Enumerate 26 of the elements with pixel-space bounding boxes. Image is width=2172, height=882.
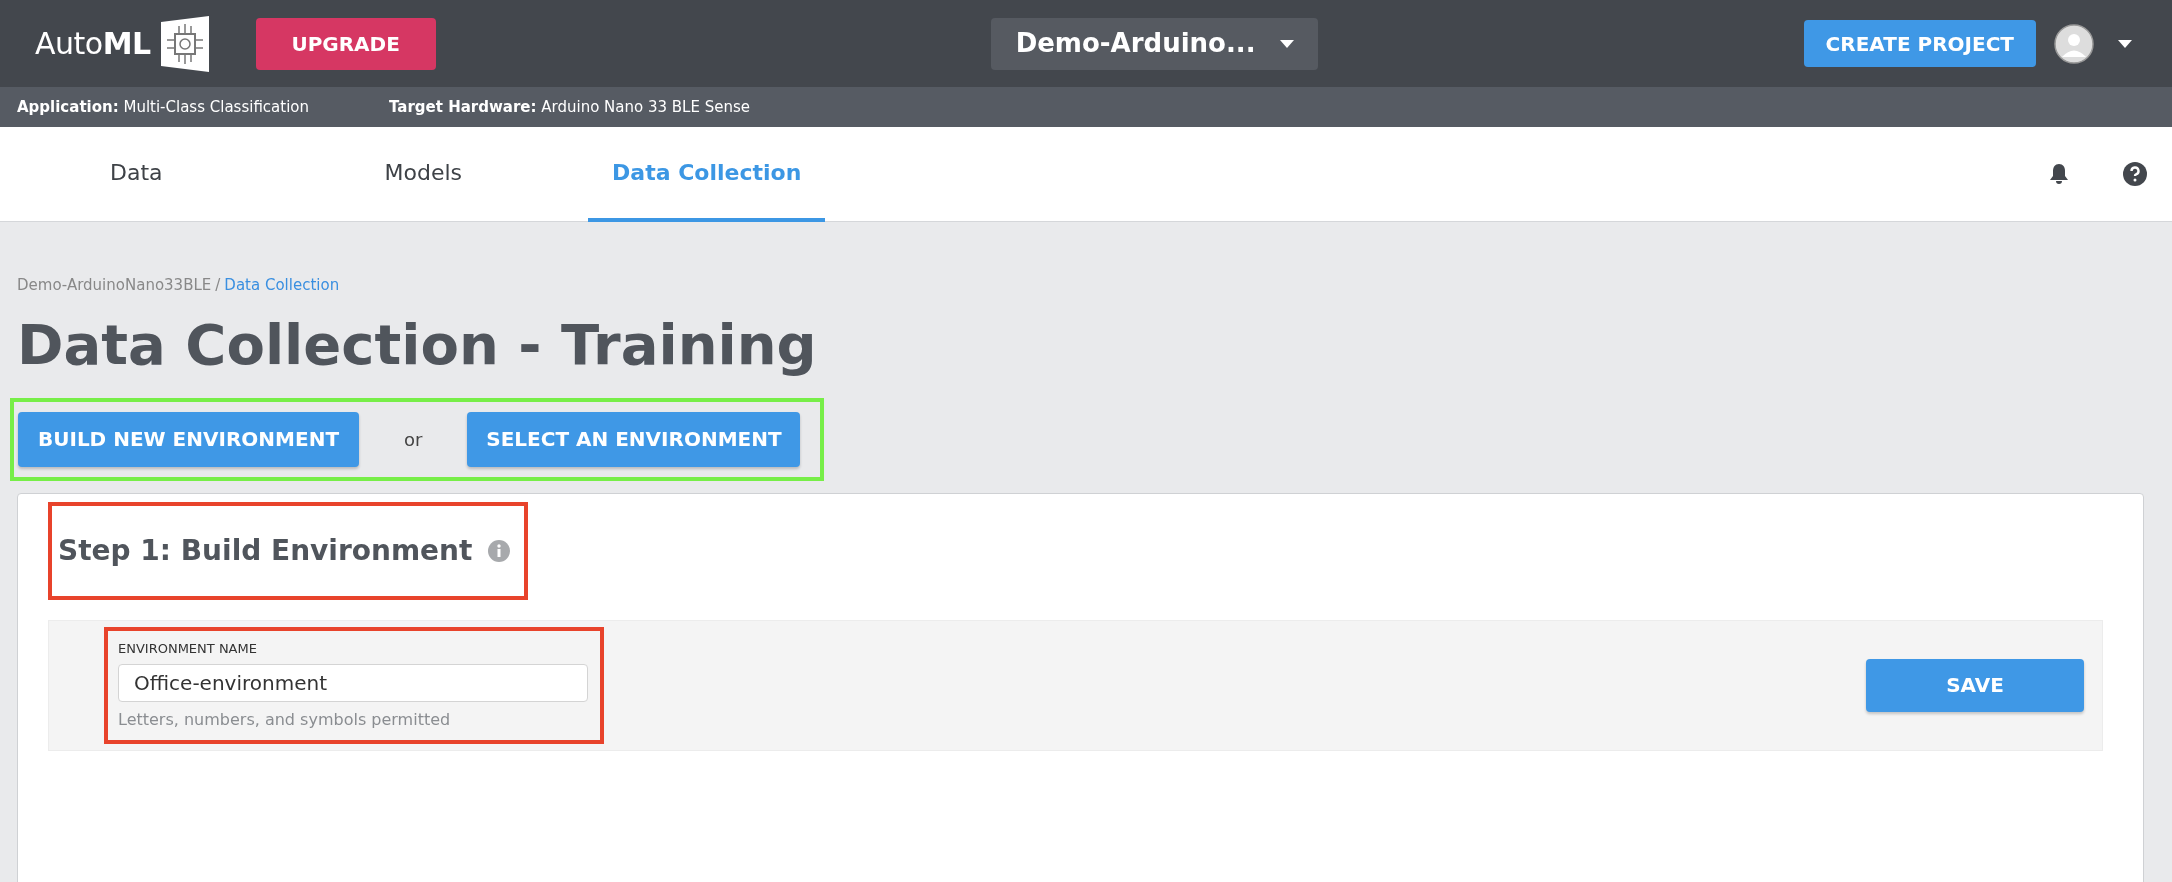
help-text: Letters, numbers, and symbols permitted xyxy=(118,709,452,732)
bell-icon[interactable] xyxy=(2049,163,2069,185)
caret-icon[interactable] xyxy=(2118,39,2132,48)
help-icon[interactable] xyxy=(2123,162,2147,186)
info-text: Application: Multi-Class Classification xyxy=(17,96,309,118)
build-environment-button[interactable]: BUILD NEW ENVIRONMENT xyxy=(18,411,359,467)
caret-icon[interactable] xyxy=(1279,39,1294,48)
tab[interactable]: Models xyxy=(360,126,487,222)
tab[interactable]: Data Collection xyxy=(588,126,826,222)
logo-text: AutoML xyxy=(35,25,151,63)
project-dropdown[interactable]: Demo-Arduino... xyxy=(991,17,1319,70)
field-label: ENVIRONMENT NAME xyxy=(118,639,258,658)
step-heading: Step 1: Build Environment xyxy=(58,532,473,569)
separator-text: or xyxy=(404,427,423,452)
info-text: Target Hardware: Arduino Nano 33 BLE Sense xyxy=(389,96,750,118)
breadcrumb-separator: / xyxy=(215,275,221,296)
upgrade-button[interactable]: UPGRADE xyxy=(255,17,436,70)
create-project-button[interactable]: CREATE PROJECT xyxy=(1803,20,2036,67)
avatar-icon[interactable] xyxy=(2054,23,2094,64)
save-button[interactable]: SAVE xyxy=(1866,658,2084,712)
chip-logo-icon xyxy=(158,15,211,72)
environment-name-field[interactable]: Office-environment xyxy=(118,664,588,703)
tab[interactable]: Data xyxy=(86,126,187,222)
page-title: Data Collection - Training xyxy=(17,310,818,378)
breadcrumb-link[interactable]: Demo-ArduinoNano33BLE xyxy=(17,274,212,297)
select-environment-button[interactable]: SELECT AN ENVIRONMENT xyxy=(467,411,801,467)
